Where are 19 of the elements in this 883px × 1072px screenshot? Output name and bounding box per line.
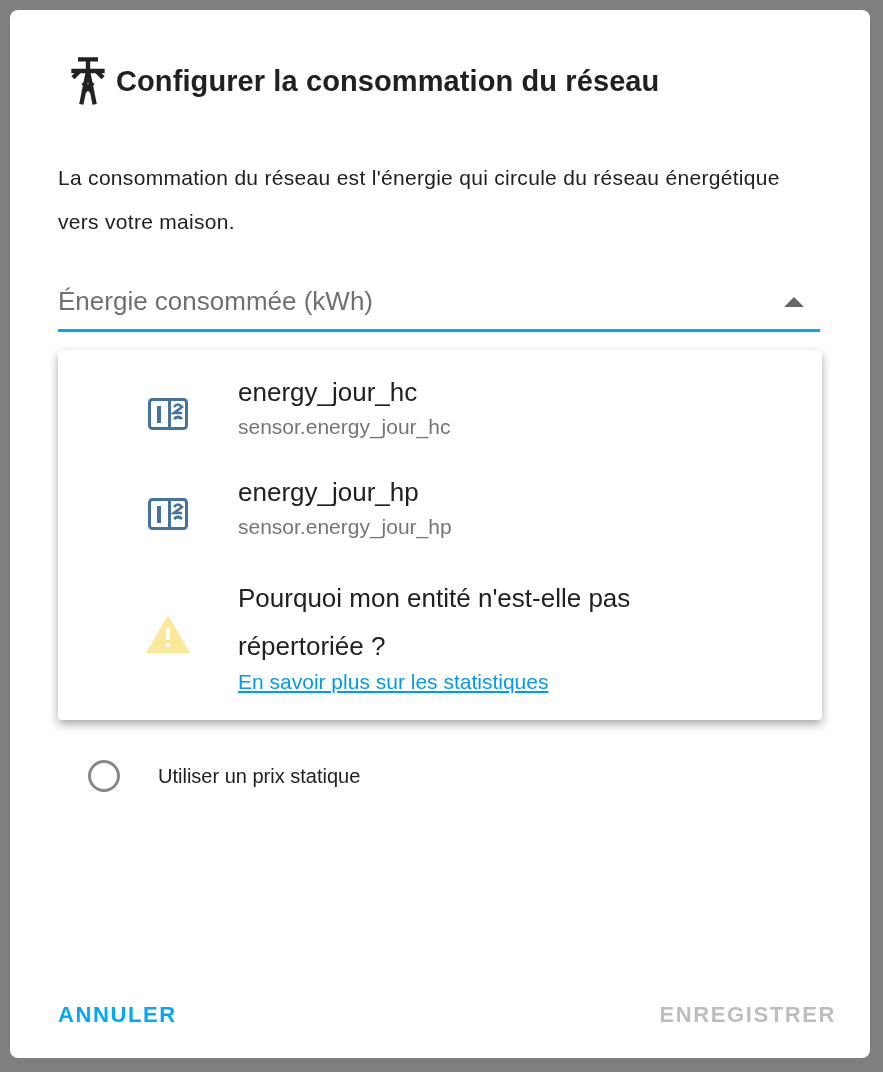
- radio-label: Utiliser un prix statique: [158, 764, 361, 788]
- dialog-title: Configurer la consommation du réseau: [116, 64, 660, 98]
- option-name: energy_jour_hp: [238, 476, 420, 509]
- cancel-button[interactable]: ANNULER: [58, 998, 177, 1032]
- entity-option[interactable]: energy_jour_hc sensor.energy_jour_hc: [58, 364, 822, 464]
- warning-icon: [146, 615, 190, 653]
- option-entity-id: sensor.energy_jour_hc: [238, 414, 451, 441]
- numeric-icon: [148, 498, 188, 530]
- statistics-link[interactable]: En savoir plus sur les statistiques: [238, 670, 549, 694]
- radio-button[interactable]: [88, 760, 120, 792]
- help-text: Pourquoi mon entité n'est-elle pas répertoriée ?: [238, 582, 632, 663]
- option-entity-id: sensor.energy_jour_hp: [238, 514, 452, 541]
- power-tower-icon: [68, 56, 108, 106]
- numeric-icon: [148, 398, 188, 430]
- caret-icon[interactable]: [784, 296, 804, 307]
- entity-option[interactable]: energy_jour_hp sensor.energy_jour_hp: [58, 464, 822, 564]
- dialog-description: La consommation du réseau est l'énergie qui circule du réseau énergétique vers votre maison.: [58, 165, 781, 235]
- entity-select-field[interactable]: Énergie consommée (kWh): [58, 276, 820, 332]
- option-name: energy_jour_hc: [238, 376, 419, 409]
